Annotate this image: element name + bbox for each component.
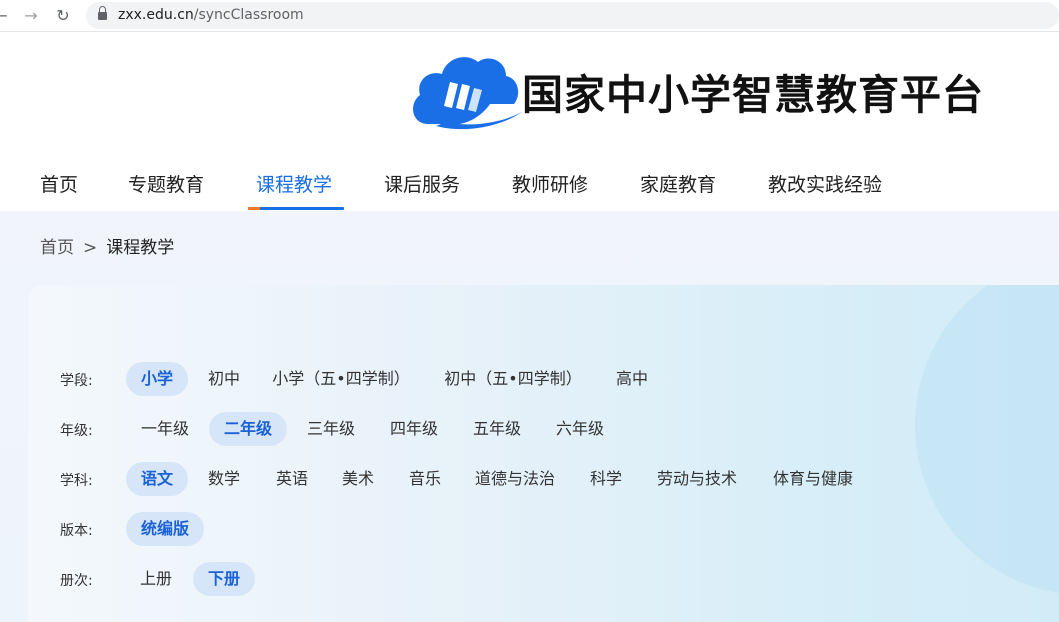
breadcrumb-home[interactable]: 首页 (40, 238, 74, 258)
nav-topic-education[interactable]: 专题教育 (128, 170, 204, 210)
grade-option-2[interactable]: 二年级 (209, 412, 287, 446)
breadcrumb-current: 课程教学 (106, 238, 175, 258)
filter-label-subject: 学科: (60, 473, 93, 489)
nav-teacher-training[interactable]: 教师研修 (512, 170, 588, 210)
nav-after-school[interactable]: 课后服务 (384, 170, 460, 210)
site-header: 国家中小学智慧教育平台 首页 专题教育 课程教学 课后服务 教师研修 家庭教育 … (0, 33, 1059, 211)
main-content: 首页 > 课程教学 学段: 小学 初中 小学（五•四学制） 初中（五•四学制） 高中… (0, 211, 1059, 622)
filter-row-stage: 学段: 小学 初中 小学（五•四学制） 初中（五•四学制） 高中 (28, 362, 1059, 396)
filter-label-edition: 版本: (60, 523, 93, 539)
active-tab-indicator (248, 207, 344, 210)
stage-option-primary-54[interactable]: 小学（五•四学制） (266, 362, 416, 396)
subject-option-morality-law[interactable]: 道德与法治 (468, 462, 562, 496)
filter-label-stage: 学段: (60, 373, 93, 389)
filter-label-grade: 年级: (60, 423, 93, 439)
nav-home[interactable]: 首页 (40, 170, 78, 210)
lock-icon[interactable] (98, 6, 107, 21)
filter-label-volume: 册次: (60, 573, 93, 589)
url-host: zxx.edu.cn (118, 7, 194, 23)
back-arrow-icon[interactable]: ← (0, 5, 12, 27)
stage-option-senior[interactable]: 高中 (606, 362, 658, 396)
subject-option-pe-health[interactable]: 体育与健康 (764, 462, 862, 496)
filter-row-edition: 版本: 统编版 (28, 512, 1059, 546)
grade-option-3[interactable]: 三年级 (298, 412, 364, 446)
stage-option-primary[interactable]: 小学 (126, 362, 188, 396)
grade-option-4[interactable]: 四年级 (381, 412, 447, 446)
volume-option-first[interactable]: 上册 (132, 562, 180, 596)
volume-option-second[interactable]: 下册 (193, 562, 255, 596)
subject-option-music[interactable]: 音乐 (399, 462, 451, 496)
url-path: /syncClassroom (193, 7, 304, 23)
grade-option-1[interactable]: 一年级 (132, 412, 198, 446)
platform-logo-icon[interactable] (406, 48, 524, 132)
breadcrumb-separator: > (83, 238, 98, 258)
main-navigation: 首页 专题教育 课程教学 课后服务 教师研修 家庭教育 教改实践经验 (0, 161, 1059, 211)
edition-option-unified[interactable]: 统编版 (126, 512, 204, 546)
subject-option-labor-tech[interactable]: 劳动与技术 (648, 462, 746, 496)
subject-option-chinese[interactable]: 语文 (126, 462, 188, 496)
forward-arrow-icon[interactable]: → (20, 5, 42, 27)
nav-reform-practice[interactable]: 教改实践经验 (768, 170, 882, 210)
grade-option-5[interactable]: 五年级 (464, 412, 530, 446)
grade-option-6[interactable]: 六年级 (547, 412, 613, 446)
nav-family-education[interactable]: 家庭教育 (640, 170, 716, 210)
filter-row-grade: 年级: 一年级 二年级 三年级 四年级 五年级 六年级 (28, 412, 1059, 446)
reload-icon[interactable]: ↻ (52, 5, 74, 27)
browser-toolbar: ← → ↻ zxx.edu.cn/syncClassroom (0, 0, 1059, 32)
nav-course-teaching[interactable]: 课程教学 (256, 170, 332, 210)
stage-option-junior[interactable]: 初中 (196, 362, 252, 396)
url-text[interactable]: zxx.edu.cn/syncClassroom (118, 7, 304, 23)
address-bar[interactable]: zxx.edu.cn/syncClassroom (86, 2, 1059, 29)
subject-option-english[interactable]: 英语 (266, 462, 318, 496)
breadcrumb: 首页 > 课程教学 (40, 233, 174, 258)
platform-title[interactable]: 国家中小学智慧教育平台 (522, 61, 984, 121)
filter-row-subject: 学科: 语文 数学 英语 美术 音乐 道德与法治 科学 劳动与技术 体育与健康 (28, 462, 1059, 496)
filter-panel: 学段: 小学 初中 小学（五•四学制） 初中（五•四学制） 高中 年级: 一年级… (28, 285, 1059, 622)
filter-row-volume: 册次: 上册 下册 (28, 562, 1059, 596)
subject-option-science[interactable]: 科学 (581, 462, 631, 496)
subject-option-math[interactable]: 数学 (198, 462, 250, 496)
subject-option-art[interactable]: 美术 (332, 462, 384, 496)
stage-option-junior-54[interactable]: 初中（五•四学制） (438, 362, 588, 396)
